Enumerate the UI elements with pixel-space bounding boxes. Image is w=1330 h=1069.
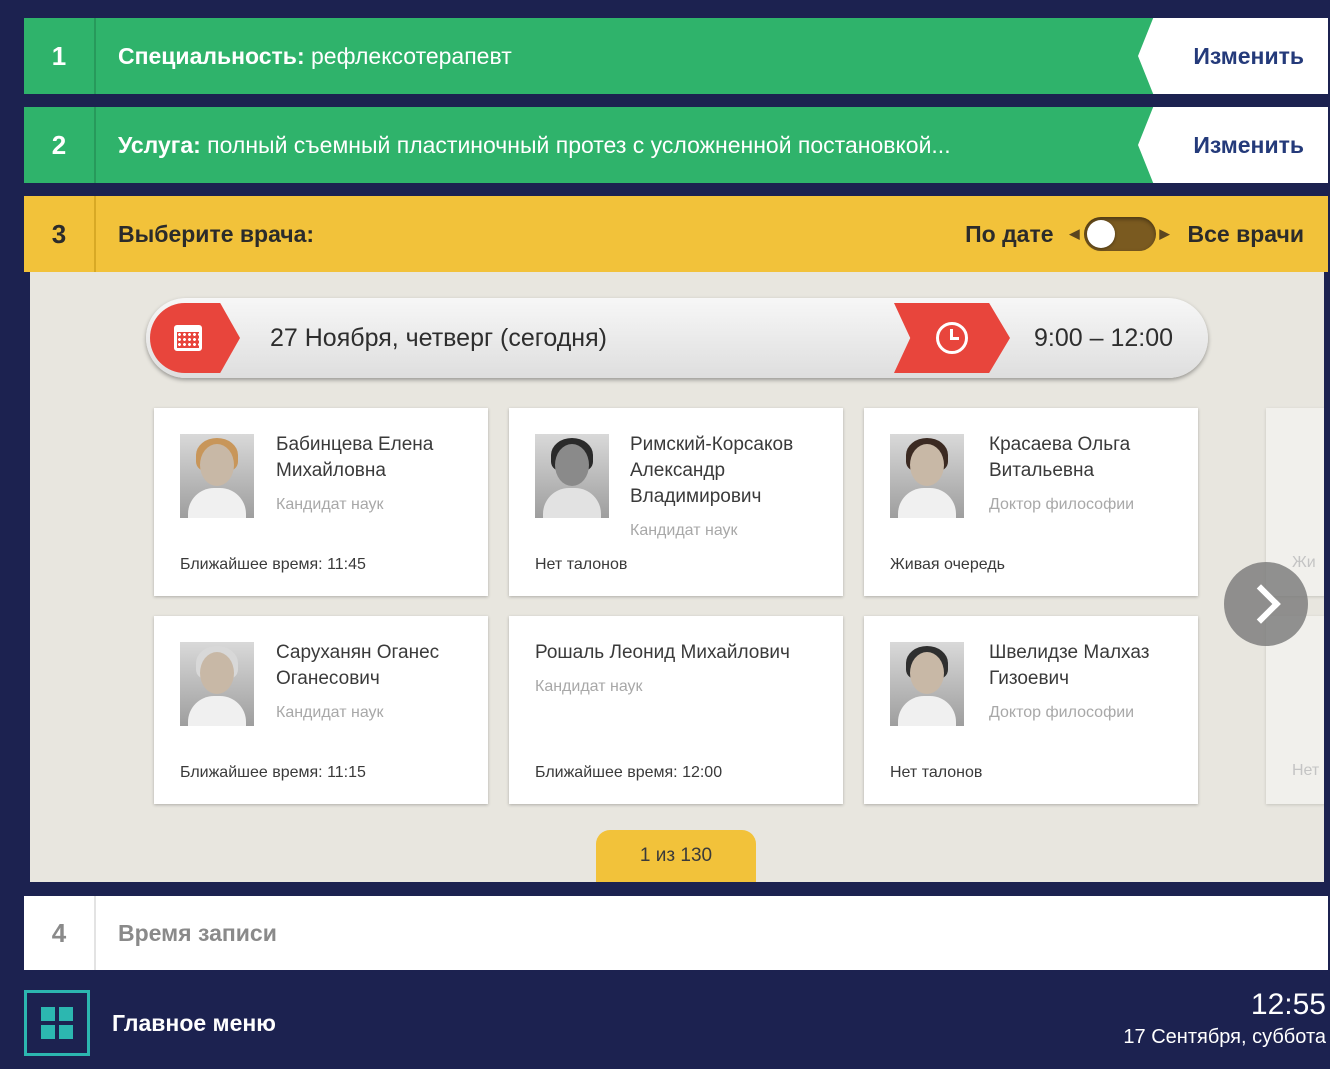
step-number: 3 bbox=[24, 196, 96, 272]
doctor-selection-panel: 27 Ноября, четверг (сегодня) 9:00 – 12:0… bbox=[30, 272, 1324, 882]
doctor-name-block: Швелидзе Малхаз Гизоевич Доктор философии bbox=[989, 640, 1189, 724]
service-label: Услуга: bbox=[118, 131, 201, 158]
specialty-label: Специальность: bbox=[118, 42, 305, 69]
triangle-left-icon: ◀ bbox=[1069, 226, 1080, 241]
doctor-status: Нет талонов bbox=[890, 764, 983, 781]
doctor-name: Красаева Ольга Витальевна bbox=[989, 434, 1131, 481]
doctor-status: Живая очередь bbox=[890, 556, 1005, 573]
doctor-name: Швелидзе Малхаз Гизоевич bbox=[989, 642, 1150, 689]
appointment-time-label: Время записи bbox=[118, 919, 277, 946]
doctor-degree: Доктор философии bbox=[989, 704, 1135, 721]
step-appointment-time[interactable]: 4 Время записи bbox=[24, 896, 1328, 970]
service-text: Услуга: полный съемный пластиночный прот… bbox=[96, 132, 1078, 159]
step-specialty: 1 Специальность: рефлексотерапевт Измени… bbox=[24, 18, 1328, 94]
date-picker-button[interactable] bbox=[150, 303, 240, 373]
doctor-name-block: Бабинцева Елена Михайловна Кандидат наук bbox=[276, 432, 476, 516]
doctor-photo bbox=[890, 642, 964, 726]
doctor-degree: Кандидат наук bbox=[276, 496, 384, 513]
doctor-name-block: Римский-Корсаков Александр Владимирович К… bbox=[630, 432, 830, 542]
doctor-card[interactable]: Римский-Корсаков Александр Владимирович К… bbox=[509, 408, 843, 596]
doctor-degree: Кандидат наук bbox=[276, 704, 384, 721]
current-datetime: 12:55 17 Сентября, суббота bbox=[1123, 988, 1326, 1049]
choose-doctor-label: Выберите врача: bbox=[96, 221, 314, 248]
change-service-button[interactable]: Изменить bbox=[1138, 107, 1328, 183]
doctor-status: Нет bbox=[1292, 762, 1320, 779]
doctor-photo bbox=[180, 642, 254, 726]
doctor-status: Жи bbox=[1292, 554, 1316, 571]
doctor-card[interactable]: Бабинцева Елена Михайловна Кандидат наук … bbox=[154, 408, 488, 596]
view-toggle-switch[interactable] bbox=[1083, 217, 1156, 251]
doctor-name: Саруханян Оганес Оганесович bbox=[276, 642, 440, 689]
doctor-name: Рошаль Леонид Михайлович bbox=[535, 642, 790, 663]
doctor-photo bbox=[180, 434, 254, 518]
step-number: 4 bbox=[24, 896, 96, 970]
time-picker-button[interactable] bbox=[894, 303, 1010, 373]
change-specialty-button[interactable]: Изменить bbox=[1138, 18, 1328, 94]
step-number: 2 bbox=[24, 107, 96, 183]
triangle-right-icon: ▶ bbox=[1159, 226, 1170, 241]
calendar-icon bbox=[174, 325, 202, 351]
step-choose-doctor: 3 Выберите врача: По дате ◀ ▶ Все врачи bbox=[24, 196, 1328, 272]
doctor-photo bbox=[535, 434, 609, 518]
toggle-by-date-label[interactable]: По дате bbox=[965, 221, 1053, 248]
doctor-status: Ближайшее время: 12:00 bbox=[535, 764, 723, 781]
doctor-name-block: Красаева Ольга Витальевна Доктор философи… bbox=[989, 432, 1189, 516]
current-date: 17 Сентября, суббота bbox=[1123, 1026, 1326, 1048]
toggle-knob bbox=[1086, 220, 1115, 248]
view-toggle: По дате ◀ ▶ Все врачи bbox=[965, 196, 1304, 272]
doctor-status: Ближайшее время: 11:15 bbox=[180, 764, 366, 781]
step-service: 2 Услуга: полный съемный пластиночный пр… bbox=[24, 107, 1328, 183]
doctor-status: Нет талонов bbox=[535, 556, 628, 573]
selected-time-range[interactable]: 9:00 – 12:00 bbox=[1034, 298, 1173, 378]
selected-date[interactable]: 27 Ноября, четверг (сегодня) bbox=[270, 298, 607, 378]
doctor-status: Ближайшее время: 11:45 bbox=[180, 556, 366, 573]
step-number: 1 bbox=[24, 18, 96, 94]
doctor-name: Римский-Корсаков Александр Владимирович bbox=[630, 434, 794, 507]
doctor-degree: Кандидат наук bbox=[535, 678, 643, 695]
doctor-card[interactable]: Рошаль Леонид Михайлович Кандидат наук Бл… bbox=[509, 616, 843, 804]
doctor-name-block: Саруханян Оганес Оганесович Кандидат наук bbox=[276, 640, 476, 724]
doctor-card[interactable]: Красаева Ольга Витальевна Доктор философи… bbox=[864, 408, 1198, 596]
doctor-card[interactable]: Саруханян Оганес Оганесович Кандидат наук… bbox=[154, 616, 488, 804]
doctor-degree: Доктор философии bbox=[989, 496, 1135, 513]
toggle-all-doctors-label[interactable]: Все врачи bbox=[1188, 221, 1304, 248]
specialty-text: Специальность: рефлексотерапевт bbox=[96, 43, 512, 70]
service-value: полный съемный пластиночный протез с усл… bbox=[200, 131, 951, 158]
clock-icon bbox=[936, 322, 968, 354]
main-menu-label: Главное меню bbox=[112, 1009, 276, 1036]
doctor-name-block: Рошаль Леонид Михайлович Кандидат наук bbox=[535, 640, 835, 698]
doctor-name: Бабинцева Елена Михайловна bbox=[276, 434, 434, 481]
chevron-right-icon bbox=[1241, 584, 1281, 624]
next-page-button[interactable] bbox=[1224, 562, 1308, 646]
doctor-photo bbox=[890, 434, 964, 518]
main-menu-button[interactable]: Главное меню bbox=[24, 990, 276, 1056]
page-indicator: 1 из 130 bbox=[596, 830, 756, 882]
doctor-card[interactable]: Швелидзе Малхаз Гизоевич Доктор философии… bbox=[864, 616, 1198, 804]
specialty-value: рефлексотерапевт bbox=[304, 42, 512, 69]
doctor-degree: Кандидат наук bbox=[630, 522, 738, 539]
choose-doctor-title: Выберите врача: bbox=[118, 220, 315, 247]
grid-menu-icon bbox=[24, 990, 90, 1056]
current-time: 12:55 bbox=[1250, 988, 1326, 1021]
date-time-bar: 27 Ноября, четверг (сегодня) 9:00 – 12:0… bbox=[146, 298, 1208, 378]
